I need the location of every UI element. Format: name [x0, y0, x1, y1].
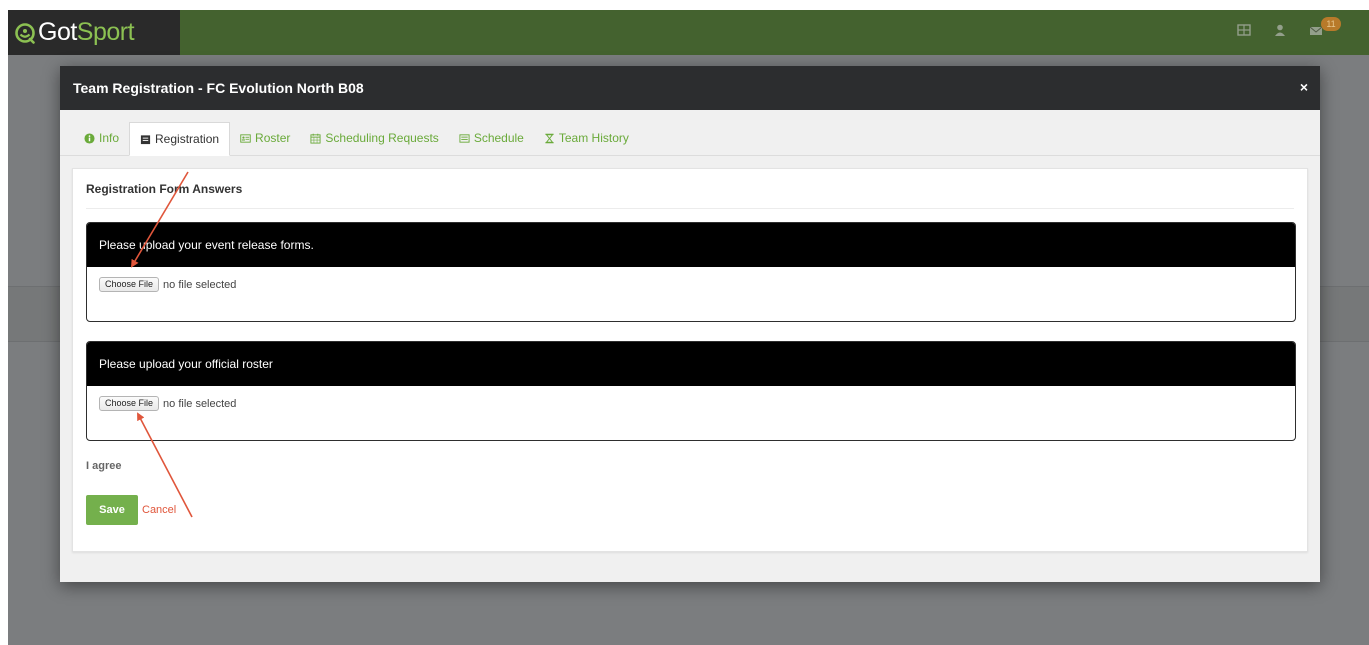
question-prompt: Please upload your official roster [87, 342, 1295, 386]
question-official-roster: Please upload your official roster Choos… [86, 341, 1296, 441]
modal-header: Team Registration - FC Evolution North B… [60, 66, 1320, 110]
registration-form-panel: Registration Form Answers Please upload … [72, 168, 1308, 552]
tab-label: Info [99, 131, 120, 145]
tab-team-history[interactable]: Team History [534, 121, 639, 155]
message-count-badge: 11 [1321, 17, 1341, 31]
id-card-icon [240, 133, 251, 143]
tab-info[interactable]: Info [74, 121, 129, 155]
tab-label: Scheduling Requests [325, 131, 439, 145]
tab-label: Team History [558, 131, 629, 145]
hourglass-icon [545, 133, 554, 143]
save-button[interactable]: Save [86, 495, 138, 525]
app-screen: GotSport 11 Team Registration - FC Evolu… [8, 10, 1369, 645]
file-status: no file selected [163, 278, 237, 291]
divider [86, 208, 1294, 209]
question-prompt: Please upload your event release forms. [87, 223, 1295, 267]
form-title: Registration Form Answers [86, 182, 243, 196]
file-input-official-roster: Choose File no file selected [87, 386, 1295, 411]
close-icon[interactable]: × [1300, 80, 1308, 94]
question-release-forms: Please upload your event release forms. … [86, 222, 1296, 322]
tab-registration[interactable]: Registration [129, 122, 231, 156]
info-circle-icon [84, 132, 95, 144]
logo-text-got: Got [38, 18, 77, 46]
clipboard-icon [140, 134, 151, 144]
messages[interactable]: 11 [1309, 17, 1341, 38]
tab-label: Roster [255, 131, 291, 145]
file-input-release-forms: Choose File no file selected [87, 267, 1295, 292]
tab-scheduling-requests[interactable]: Scheduling Requests [300, 121, 448, 155]
top-navbar: GotSport 11 [8, 10, 1369, 55]
team-registration-modal: Team Registration - FC Evolution North B… [60, 66, 1320, 582]
grid-icon[interactable] [1237, 23, 1251, 37]
top-icons: 11 [1237, 17, 1341, 38]
choose-file-button[interactable]: Choose File [99, 277, 160, 292]
logo-mark-icon [15, 22, 35, 44]
cancel-link[interactable]: Cancel [142, 504, 176, 516]
tab-schedule[interactable]: Schedule [449, 121, 534, 155]
modal-tabs: Info Registration Roster Scheduling Requ… [60, 110, 1320, 156]
list-icon [459, 133, 470, 143]
tab-label: Registration [155, 132, 220, 146]
calendar-icon [310, 133, 321, 144]
logo-text-sport: Sport [76, 18, 135, 46]
gotsport-logo[interactable]: GotSport [8, 10, 180, 55]
tab-label: Schedule [473, 131, 524, 145]
agree-label: I agree [86, 460, 122, 472]
logo-text: GotSport [38, 18, 135, 46]
form-actions: Save Cancel [86, 495, 176, 525]
file-status: no file selected [163, 397, 237, 410]
user-icon[interactable] [1273, 23, 1287, 37]
tab-roster[interactable]: Roster [230, 121, 300, 155]
modal-title: Team Registration - FC Evolution North B… [73, 80, 364, 96]
choose-file-button[interactable]: Choose File [99, 396, 160, 411]
